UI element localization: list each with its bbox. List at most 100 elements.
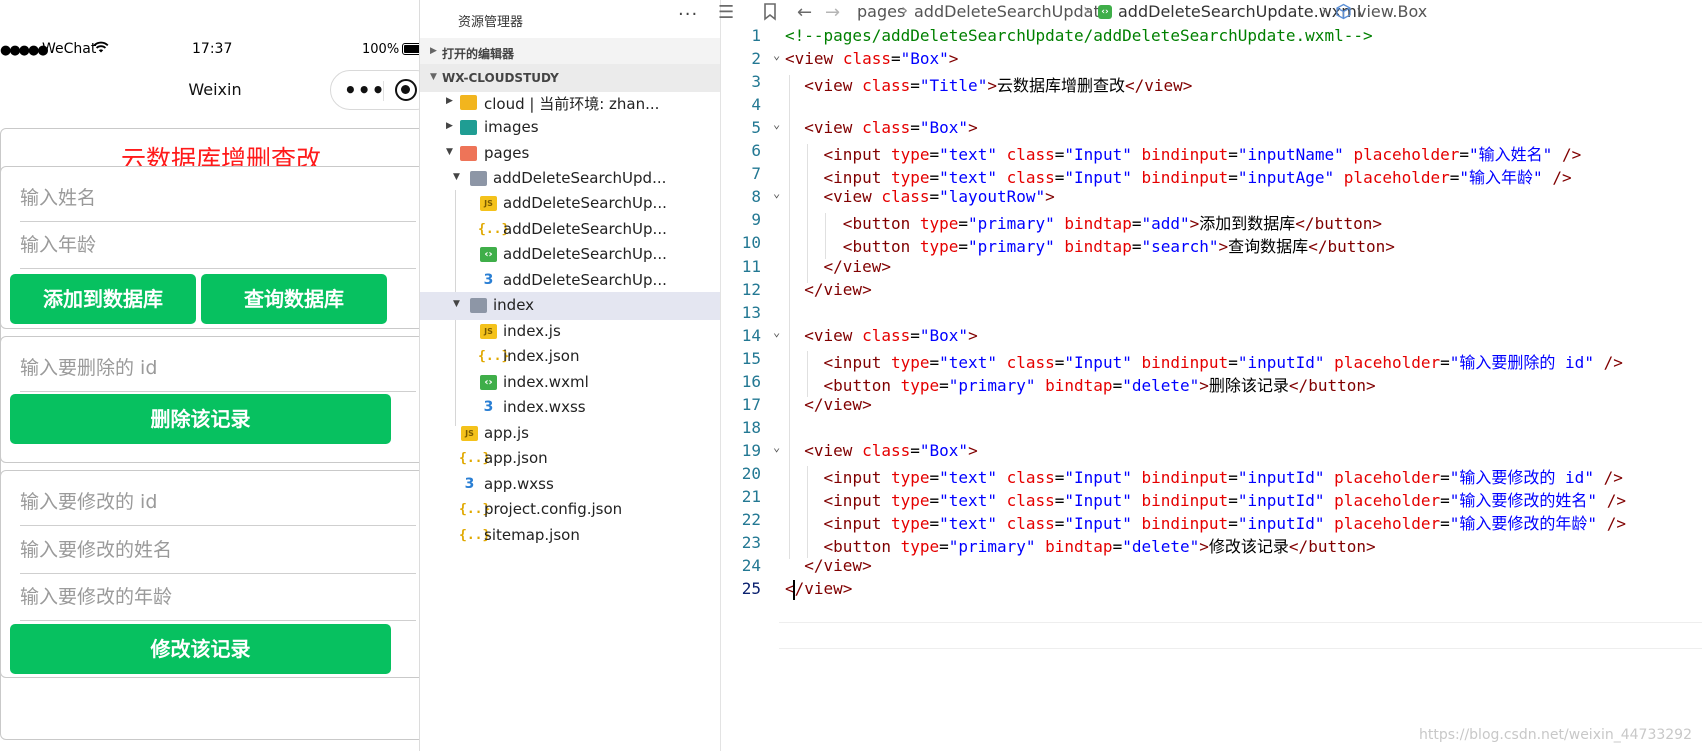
code-line[interactable]: 23 <button type="primary" bindtap="delet…: [721, 530, 1702, 556]
fold-chevron-icon[interactable]: ⌄: [773, 186, 780, 200]
tree-item-label: images: [484, 118, 539, 136]
tree-item-pages[interactable]: ▼ pages: [420, 140, 720, 168]
code-text[interactable]: </view>: [785, 257, 891, 276]
more-dots-icon[interactable]: •••: [344, 78, 385, 102]
tree-item-folder-adddelete[interactable]: ▼ addDeleteSearchUpd...: [420, 165, 720, 193]
code-text[interactable]: <view class="Box">: [785, 440, 977, 460]
breadcrumb-item[interactable]: addDeleteSearchUpdate: [914, 2, 1110, 21]
bookmark-icon[interactable]: [763, 3, 777, 21]
code-text[interactable]: </view>: [785, 279, 871, 299]
code-text[interactable]: </view>: [785, 579, 852, 598]
code-line[interactable]: 9 <button type="primary" bindtap="add">添…: [721, 207, 1702, 233]
json-file-icon: {..}: [478, 222, 510, 237]
tree-item-file[interactable]: 3 addDeleteSearchUp...: [420, 267, 720, 295]
code-token: =: [910, 440, 920, 460]
tree-item-file[interactable]: {..} project.config.json: [420, 496, 720, 524]
tree-item-file[interactable]: {..} addDeleteSearchUp...: [420, 216, 720, 244]
tree-item-cloud[interactable]: ▶ cloud | 当前环境: zhan...: [420, 89, 720, 117]
code-text[interactable]: </view>: [785, 395, 871, 414]
delete-id-input[interactable]: 输入要删除的 id: [20, 344, 416, 392]
breadcrumb-item[interactable]: pages: [857, 2, 905, 21]
tree-item-label: index.wxss: [503, 398, 586, 416]
tree-item-file[interactable]: JS index.js: [420, 318, 720, 346]
code-line[interactable]: 15 <input type="text" class="Input" bind…: [721, 346, 1702, 372]
code-line[interactable]: 17 </view>: [721, 392, 1702, 417]
code-token: view: [813, 118, 853, 138]
tree-item-folder-index[interactable]: ▼ index: [420, 292, 720, 320]
tree-item-file[interactable]: JS addDeleteSearchUp...: [420, 190, 720, 218]
tree-item-file[interactable]: 3 app.wxss: [420, 471, 720, 499]
code-line[interactable]: 5 ⌄ <view class="Box">: [721, 115, 1702, 140]
delete-button[interactable]: 删除该记录: [10, 394, 391, 444]
code-line[interactable]: 12 </view>: [721, 277, 1702, 302]
more-actions-icon[interactable]: ···: [678, 4, 698, 25]
update-name-input[interactable]: 输入要修改的姓名: [20, 526, 416, 574]
breadcrumb-item[interactable]: view.Box: [1357, 2, 1427, 21]
name-input[interactable]: 输入姓名: [20, 174, 416, 222]
code-line[interactable]: 4: [721, 92, 1702, 117]
code-text[interactable]: <!--pages/addDeleteSearchUpdate/addDelet…: [785, 26, 1373, 45]
code-token: >: [842, 579, 853, 599]
code-line[interactable]: 25 </view>: [721, 576, 1702, 601]
code-line[interactable]: 6 <input type="text" class="Input" bindi…: [721, 138, 1702, 164]
code-line[interactable]: 18: [721, 415, 1702, 440]
code-line[interactable]: 24 </view>: [721, 553, 1702, 578]
wxss-file-icon: 3: [464, 476, 475, 492]
status-bar: ●●●●● WeChat 17:37 100%: [0, 38, 420, 64]
fold-chevron-icon[interactable]: ⌄: [773, 117, 780, 131]
back-arrow-icon[interactable]: ←: [797, 2, 812, 23]
fold-chevron-icon[interactable]: ⌄: [773, 325, 780, 339]
search-button[interactable]: 查询数据库: [201, 274, 387, 324]
code-line[interactable]: 19 ⌄ <view class="Box">: [721, 438, 1702, 463]
list-icon[interactable]: ☰: [718, 2, 734, 23]
code-line[interactable]: 21 <input type="text" class="Input" bind…: [721, 484, 1702, 510]
forward-arrow-icon[interactable]: →: [825, 2, 840, 23]
fold-chevron-icon[interactable]: ⌄: [773, 48, 780, 62]
tree-item-file[interactable]: {..} sitemap.json: [420, 522, 720, 550]
code-line[interactable]: 7 <input type="text" class="Input" bindi…: [721, 161, 1702, 187]
tree-item-file[interactable]: ‹› index.wxml: [420, 369, 720, 397]
tree-item-file[interactable]: JS app.js: [420, 420, 720, 448]
line-number: 8: [751, 187, 761, 207]
code-line[interactable]: 1 <!--pages/addDeleteSearchUpdate/addDele…: [721, 23, 1702, 48]
tree-item-images[interactable]: ▶ images: [420, 114, 720, 142]
tree-item-file[interactable]: 3 index.wxss: [420, 394, 720, 422]
code-line[interactable]: 3 <view class="Title">云数据库增删查改</view>: [721, 69, 1702, 95]
code-token: view: [813, 325, 853, 345]
code-line[interactable]: 2 ⌄ <view class="Box">: [721, 46, 1702, 71]
text-cursor: [793, 580, 795, 600]
code-line[interactable]: 8 ⌄ <view class="layoutRow">: [721, 184, 1702, 209]
js-file-icon: JS: [480, 324, 497, 339]
tree-item-file[interactable]: ‹› addDeleteSearchUp...: [420, 241, 720, 269]
battery-icon: [402, 43, 420, 55]
update-button[interactable]: 修改该记录: [10, 624, 391, 674]
section-open-editors[interactable]: ▶ 打开的编辑器: [420, 38, 720, 66]
tree-item-file[interactable]: {..} index.json: [420, 343, 720, 371]
code-text[interactable]: <view class="Box">: [785, 118, 977, 138]
code-text[interactable]: <view class="Box">: [785, 49, 958, 68]
age-input[interactable]: 输入年龄: [20, 221, 416, 269]
code-token: </: [804, 279, 824, 299]
code-text[interactable]: </view>: [785, 556, 871, 575]
tree-item-file[interactable]: {..} app.json: [420, 445, 720, 473]
code-text[interactable]: <view class="Box">: [785, 325, 977, 345]
code-token: <: [804, 325, 814, 345]
code-line[interactable]: 10 <button type="primary" bindtap="searc…: [721, 230, 1702, 256]
code-line[interactable]: 13: [721, 300, 1702, 325]
close-target-icon[interactable]: [395, 79, 417, 101]
section-project[interactable]: ▼ WX-CLOUDSTUDY: [420, 64, 720, 92]
code-line[interactable]: 11 </view>: [721, 254, 1702, 279]
fold-chevron-icon[interactable]: ⌄: [773, 440, 780, 454]
breadcrumb-sep-icon: ›: [901, 0, 909, 21]
code-editor[interactable]: ☰ ← → pages › addDeleteSearchUpdate › ‹›…: [718, 0, 1702, 751]
code-line[interactable]: 22 <input type="text" class="Input" bind…: [721, 507, 1702, 533]
update-age-input[interactable]: 输入要修改的年龄: [20, 573, 416, 621]
code-line[interactable]: 16 <button type="primary" bindtap="delet…: [721, 369, 1702, 395]
code-line[interactable]: 20 <input type="text" class="Input" bind…: [721, 461, 1702, 487]
code-text[interactable]: <view class="layoutRow">: [785, 187, 1055, 206]
capsule-menu[interactable]: •••: [330, 70, 420, 110]
code-line[interactable]: 14 ⌄ <view class="Box">: [721, 323, 1702, 348]
update-id-input[interactable]: 输入要修改的 id: [20, 478, 416, 526]
add-button[interactable]: 添加到数据库: [10, 274, 196, 324]
